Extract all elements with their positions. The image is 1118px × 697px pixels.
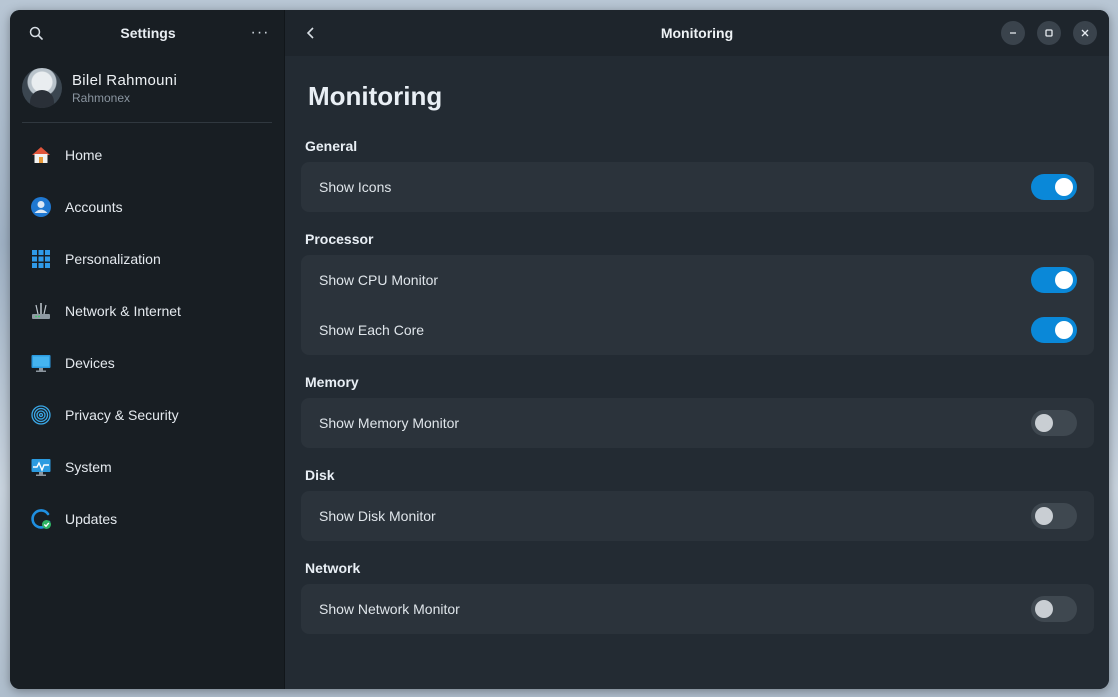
setting-row: Show Each Core (301, 305, 1094, 355)
sidebar-item-label: System (65, 459, 112, 475)
setting-label: Show CPU Monitor (319, 272, 439, 288)
show-cpu-monitor-toggle[interactable] (1031, 267, 1077, 293)
back-button[interactable] (299, 21, 323, 45)
settings-card-disk: Show Disk Monitor (301, 491, 1094, 541)
section-label-memory: Memory (305, 374, 359, 390)
sidebar-header: Settings ··· (10, 10, 284, 56)
setting-label: Show Each Core (319, 322, 425, 338)
section-label-network: Network (305, 560, 361, 576)
sidebar-item-label: Network & Internet (65, 303, 181, 319)
updates-icon (30, 508, 52, 530)
home-icon (30, 144, 52, 166)
toggle-knob (1055, 271, 1073, 289)
sidebar-item-label: Personalization (65, 251, 161, 267)
header-bar: Monitoring (285, 10, 1109, 56)
system-icon (30, 456, 52, 478)
settings-card-memory: Show Memory Monitor (301, 398, 1094, 448)
devices-icon (30, 352, 52, 374)
minimize-icon (1010, 32, 1016, 34)
search-icon[interactable] (24, 21, 48, 45)
sidebar-title: Settings (120, 25, 176, 41)
show-disk-monitor-toggle[interactable] (1031, 503, 1077, 529)
setting-label: Show Disk Monitor (319, 508, 436, 524)
user-profile[interactable]: Bilel Rahmouni Rahmonex (22, 58, 272, 123)
sidebar-item-label: Home (65, 147, 103, 163)
setting-row: Show Network Monitor (301, 584, 1094, 634)
maximize-icon (1045, 29, 1053, 37)
toggle-knob (1035, 414, 1053, 432)
main-panel: Monitoring Monitoring General Show Icons (285, 10, 1109, 689)
show-memory-monitor-toggle[interactable] (1031, 410, 1077, 436)
settings-card-general: Show Icons (301, 162, 1094, 212)
setting-label: Show Icons (319, 179, 392, 195)
setting-row: Show CPU Monitor (301, 255, 1094, 305)
settings-content: Monitoring General Show Icons Processor … (285, 56, 1109, 634)
section-label-disk: Disk (305, 467, 335, 483)
sidebar-nav: Home Accounts Personalization Network & … (10, 123, 284, 545)
sidebar: Settings ··· Bilel Rahmouni Rahmonex Hom… (10, 10, 285, 689)
more-options-icon[interactable]: ··· (248, 21, 272, 45)
close-button[interactable] (1073, 21, 1097, 45)
show-icons-toggle[interactable] (1031, 174, 1077, 200)
setting-row: Show Disk Monitor (301, 491, 1094, 541)
section-label-processor: Processor (305, 231, 374, 247)
fingerprint-icon (30, 404, 52, 426)
user-username: Rahmonex (72, 90, 131, 105)
sidebar-item-privacy-security[interactable]: Privacy & Security (10, 389, 284, 441)
setting-label: Show Network Monitor (319, 601, 460, 617)
section-label-general: General (305, 138, 358, 154)
avatar (22, 68, 62, 108)
window-controls (1001, 21, 1097, 45)
sidebar-item-home[interactable]: Home (10, 129, 284, 181)
sidebar-item-label: Accounts (65, 199, 123, 215)
sidebar-item-accounts[interactable]: Accounts (10, 181, 284, 233)
user-name: Bilel Rahmouni (72, 71, 178, 89)
sidebar-item-system[interactable]: System (10, 441, 284, 493)
sidebar-item-network[interactable]: Network & Internet (10, 285, 284, 337)
sidebar-item-updates[interactable]: Updates (10, 493, 284, 545)
close-icon (1081, 29, 1089, 37)
page-title: Monitoring (308, 81, 443, 111)
chevron-left-icon (306, 27, 314, 39)
toggle-knob (1035, 600, 1053, 618)
setting-label: Show Memory Monitor (319, 415, 460, 431)
sidebar-item-label: Updates (65, 511, 118, 527)
settings-window: Settings ··· Bilel Rahmouni Rahmonex Hom… (10, 10, 1109, 689)
show-network-monitor-toggle[interactable] (1031, 596, 1077, 622)
sidebar-item-devices[interactable]: Devices (10, 337, 284, 389)
settings-card-processor: Show CPU Monitor Show Each Core (301, 255, 1094, 355)
sidebar-item-label: Privacy & Security (65, 407, 179, 423)
toggle-knob (1055, 178, 1073, 196)
toggle-knob (1035, 507, 1053, 525)
sidebar-item-label: Devices (65, 355, 115, 371)
show-each-core-toggle[interactable] (1031, 317, 1077, 343)
network-icon (30, 300, 52, 322)
minimize-button[interactable] (1001, 21, 1025, 45)
setting-row: Show Memory Monitor (301, 398, 1094, 448)
header-title: Monitoring (660, 25, 734, 41)
toggle-knob (1055, 321, 1073, 339)
maximize-button[interactable] (1037, 21, 1061, 45)
accounts-icon (30, 196, 52, 218)
setting-row: Show Icons (301, 162, 1094, 212)
sidebar-item-personalization[interactable]: Personalization (10, 233, 284, 285)
personalization-icon (30, 248, 52, 270)
settings-card-network: Show Network Monitor (301, 584, 1094, 634)
